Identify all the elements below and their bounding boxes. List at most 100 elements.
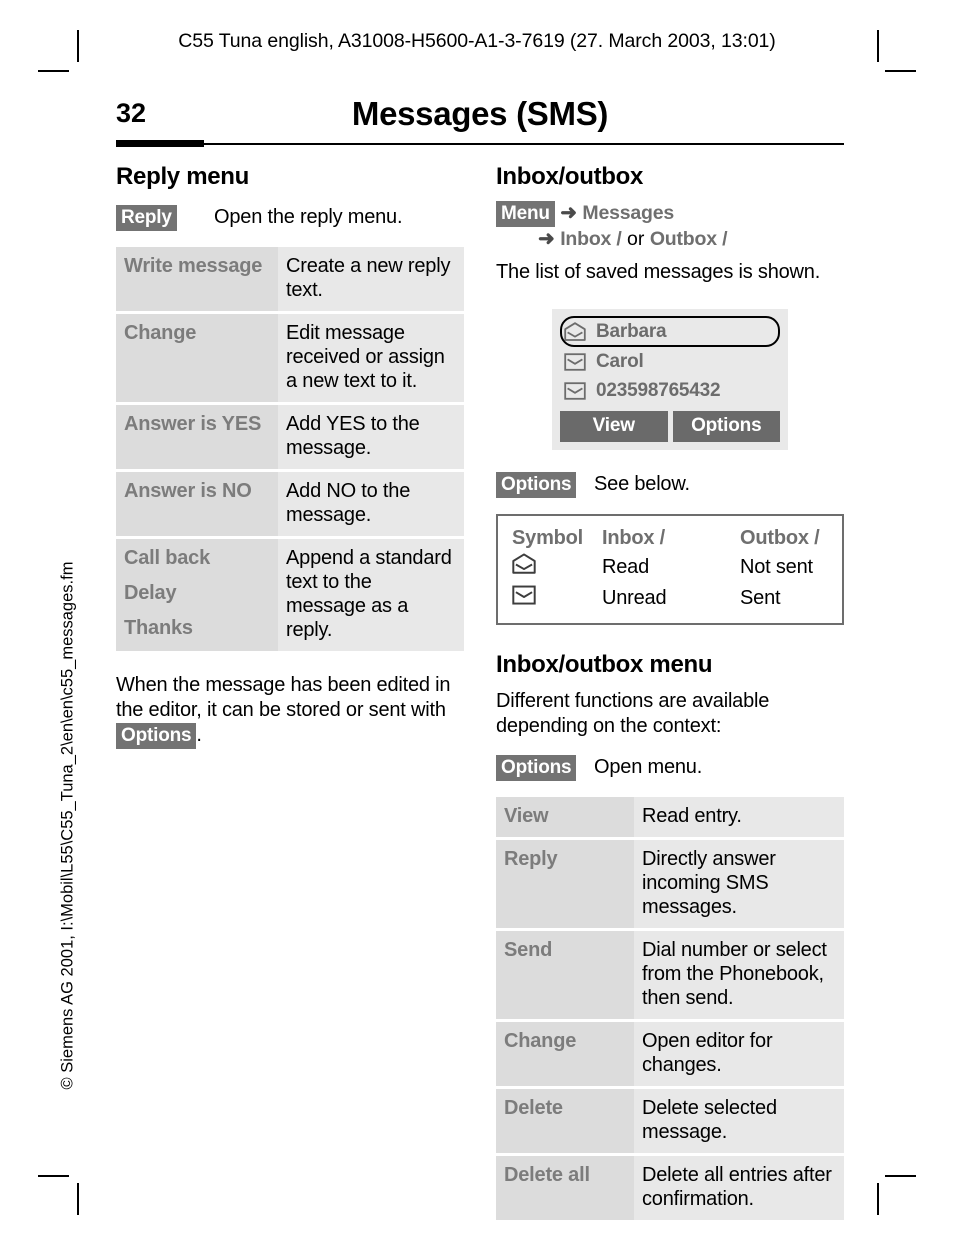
- crop-mark-top-left-horizontal: [38, 70, 69, 72]
- reply-menu-table: Write message Create a new reply text. C…: [116, 247, 464, 651]
- table-row: Unread Sent: [497, 583, 843, 624]
- nav-connector: or: [627, 228, 645, 250]
- row-description: Open editor for changes.: [634, 1020, 844, 1089]
- table-row: Send Dial number or select from the Phon…: [496, 929, 844, 1022]
- table-row: Change Open editor for changes.: [496, 1020, 844, 1089]
- title-rule-thick: [116, 140, 204, 147]
- menu-intro-text: Different functions are available depend…: [496, 690, 770, 737]
- column-header-outbox: Outbox /: [740, 527, 820, 549]
- left-column: Reply menu Reply Open the reply menu. Wr…: [116, 163, 464, 749]
- column-header-inbox: Inbox /: [602, 527, 666, 549]
- reply-key-cell: Reply: [116, 205, 214, 231]
- options-key-description: See below.: [594, 473, 690, 495]
- crop-mark-bottom-right-vertical: [877, 1183, 879, 1215]
- row-term-group: Call back Delay Thanks: [116, 537, 278, 651]
- phone-softkey-options[interactable]: Options: [672, 411, 780, 442]
- row-term: Write message: [116, 247, 278, 314]
- closing-paragraph-part2: .: [196, 724, 202, 746]
- list-item-label: 023598765432: [596, 379, 721, 401]
- symbol-inbox-meaning: Unread: [602, 586, 667, 609]
- navigation-path: Menu ➜ Messages ➜ Inbox / or Outbox /: [496, 201, 844, 252]
- symbol-cell: [497, 552, 598, 583]
- row-description: Append a standard text to the message as…: [278, 537, 464, 651]
- row-term: Change: [496, 1020, 634, 1089]
- row-term: Answer is NO: [116, 470, 278, 539]
- reply-key-description: Open the reply menu.: [214, 206, 403, 228]
- list-item-label: Barbara: [596, 320, 667, 342]
- row-term: View: [496, 797, 634, 840]
- row-description: Delete selected message.: [634, 1087, 844, 1156]
- section-heading-inbox-outbox: Inbox/outbox: [496, 163, 644, 190]
- row-description: Delete all entries after confirmation.: [634, 1154, 844, 1220]
- symbol-inbox-meaning: Read: [602, 555, 650, 578]
- inbox-outbox-menu-table: View Read entry. Reply Directly answer i…: [496, 797, 844, 1220]
- closing-paragraph: When the message has been edited in the …: [116, 673, 464, 749]
- row-term-sub2: Thanks: [124, 617, 193, 639]
- envelope-closed-icon: [564, 381, 586, 400]
- options-key-cell: Options: [496, 472, 594, 498]
- phone-softkey-bar: View Options: [560, 411, 780, 442]
- list-item-label: Carol: [596, 350, 644, 372]
- page-title-band: 32 Messages (SMS): [116, 95, 844, 147]
- table-row: Reply Directly answer incoming SMS messa…: [496, 838, 844, 931]
- table-row: Write message Create a new reply text.: [116, 247, 464, 314]
- softkey-options-inline[interactable]: Options: [116, 723, 197, 749]
- softkey-options[interactable]: Options: [496, 472, 577, 498]
- softkey-options-menu[interactable]: Options: [496, 755, 577, 781]
- symbol-cell: [497, 583, 598, 624]
- nav-item-outbox[interactable]: Outbox /: [650, 228, 728, 250]
- crop-mark-top-right-horizontal: [885, 70, 916, 72]
- row-description: Add YES to the message.: [278, 403, 464, 472]
- table-row: Call back Delay Thanks Append a standard…: [116, 537, 464, 651]
- table-row: Change Edit message received or assign a…: [116, 312, 464, 405]
- running-header: C55 Tuna english, A31008-H5600-A1-3-7619…: [178, 30, 776, 52]
- section-heading-reply-menu: Reply menu: [116, 163, 250, 190]
- options-menu-key-description: Open menu.: [594, 756, 703, 778]
- table-row: Delete all Delete all entries after conf…: [496, 1154, 844, 1220]
- row-term: Answer is YES: [116, 403, 278, 472]
- nav-item-inbox[interactable]: Inbox /: [560, 228, 622, 250]
- closing-paragraph-part1: When the message has been edited in the …: [116, 674, 451, 721]
- options-menu-key-line: Options Open menu.: [496, 755, 844, 781]
- table-row: Answer is YES Add YES to the message.: [116, 403, 464, 472]
- column-header-symbol: Symbol: [512, 527, 584, 549]
- inbox-intro-text: The list of saved messages is shown.: [496, 261, 821, 283]
- title-rule-thin: [204, 143, 844, 145]
- row-term: Change: [116, 312, 278, 405]
- envelope-open-icon: [564, 322, 586, 341]
- list-item[interactable]: Carol: [560, 347, 780, 376]
- crop-mark-bottom-right-horizontal: [885, 1175, 916, 1177]
- options-menu-key-cell: Options: [496, 755, 594, 781]
- row-description: Edit message received or assign a new te…: [278, 312, 464, 405]
- list-item[interactable]: Barbara: [560, 316, 780, 347]
- page-title: Messages (SMS): [351, 95, 609, 132]
- symbol-legend-table: Symbol Inbox / Outbox / Read Not sent Un…: [496, 514, 844, 625]
- table-row: Answer is NO Add NO to the message.: [116, 470, 464, 539]
- right-column: Inbox/outbox Menu ➜ Messages ➜ Inbox / o…: [496, 163, 844, 1220]
- symbol-outbox-meaning: Not sent: [740, 555, 813, 578]
- navigation-path-line2: ➜ Inbox / or Outbox /: [496, 227, 844, 252]
- row-term-sub: Delay: [124, 582, 177, 604]
- list-item[interactable]: 023598765432: [560, 376, 780, 405]
- reply-key-line: Reply Open the reply menu.: [116, 205, 464, 231]
- row-term: Send: [496, 929, 634, 1022]
- section-heading-inbox-outbox-menu: Inbox/outbox menu: [496, 651, 713, 678]
- softkey-reply[interactable]: Reply: [116, 205, 177, 231]
- row-term: Call back: [124, 547, 211, 569]
- table-row: Read Not sent: [497, 552, 843, 583]
- phone-softkey-view[interactable]: View: [560, 411, 668, 442]
- phone-mockup-wrapper: Barbara Carol 023598765432 View Options: [496, 309, 844, 450]
- symbol-outbox-meaning: Sent: [740, 586, 781, 609]
- arrow-icon: ➜: [560, 202, 577, 224]
- row-description: Read entry.: [634, 797, 844, 840]
- softkey-menu[interactable]: Menu: [496, 201, 555, 227]
- row-description: Add NO to the message.: [278, 470, 464, 539]
- row-term: Delete: [496, 1087, 634, 1156]
- table-header-row: Symbol Inbox / Outbox /: [497, 515, 843, 552]
- nav-item-messages[interactable]: Messages: [582, 202, 674, 224]
- envelope-closed-icon: [564, 352, 586, 371]
- row-description: Create a new reply text.: [278, 247, 464, 314]
- crop-mark-bottom-left-vertical: [77, 1183, 79, 1215]
